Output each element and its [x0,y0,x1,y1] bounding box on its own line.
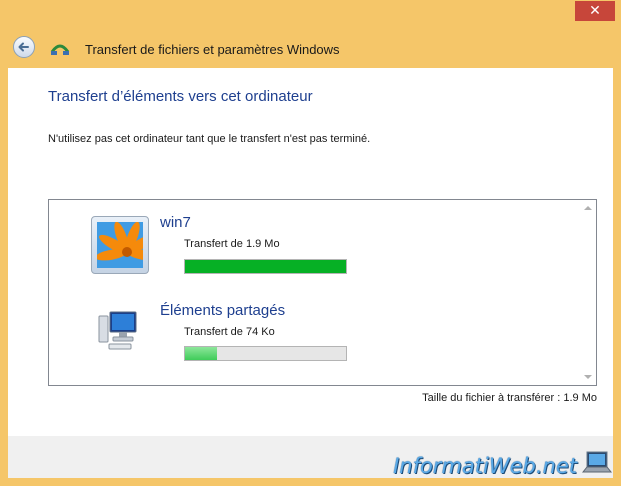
progress-fill [185,260,346,273]
watermark-logo: InformatiWeb.net [393,454,577,478]
list-item: Éléments partagés Transfert de 74 Ko [49,288,569,368]
item-name-win7: win7 [160,214,191,231]
user-picture-icon [91,216,149,274]
page-title: Transfert d’éléments vers cet ordinateur [48,88,313,105]
file-size-label: Taille du fichier à transférer : 1.9 Mo [422,392,597,404]
list-item: win7 Transfert de 1.9 Mo [49,200,569,280]
progress-bar [184,346,347,361]
transfer-app-icon [50,44,70,55]
computer-icon [98,311,137,350]
scroll-down-arrow-icon[interactable] [584,375,592,379]
vertical-scrollbar[interactable] [579,200,596,385]
window-frame: ✕ Transfert de fichiers et paramètres Wi… [0,0,621,486]
wizard-header: Transfert de fichiers et paramètres Wind… [8,28,613,68]
close-button[interactable]: ✕ [575,1,615,21]
scroll-up-arrow-icon[interactable] [584,206,592,210]
laptop-icon [581,451,613,473]
window-title: Transfert de fichiers et paramètres Wind… [85,42,340,57]
notice-text: N'utilisez pas cet ordinateur tant que l… [48,133,371,145]
title-bar[interactable]: ✕ [0,0,621,28]
progress-bar [184,259,347,274]
wizard-content: Transfert d’éléments vers cet ordinateur… [8,68,613,436]
progress-fill [185,347,218,360]
item-status: Transfert de 1.9 Mo [184,238,280,250]
arrow-left-icon [18,42,29,52]
back-button[interactable] [13,36,35,58]
item-status: Transfert de 74 Ko [184,326,275,338]
transfer-list[interactable]: win7 Transfert de 1.9 Mo Éléments partag… [48,199,597,386]
item-name-shared: Éléments partagés [160,302,286,319]
